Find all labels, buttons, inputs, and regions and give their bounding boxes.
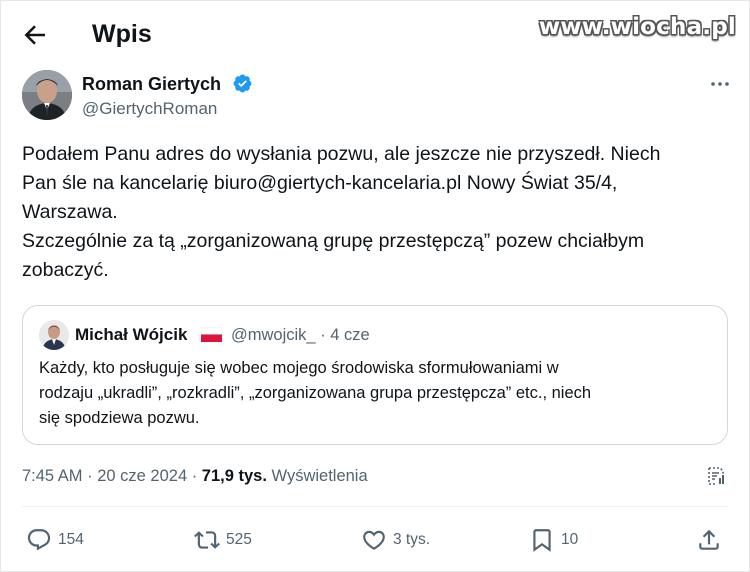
reply-button[interactable]: 154 [26, 522, 84, 558]
tweet-line: Pan śle na kancelarię biuro@giertych-kan… [22, 172, 618, 194]
reply-count: 154 [58, 531, 84, 548]
quote-line: Każdy, kto posługuje się wobec mojego śr… [39, 359, 559, 377]
heart-icon [363, 530, 385, 550]
quote-time[interactable]: 4 cze [330, 326, 369, 344]
share-icon [699, 529, 719, 550]
more-dots-icon [711, 82, 729, 86]
quote-line: rodzaju „ukradli”, „rozkradli”, „zorgani… [39, 384, 592, 402]
views-label: Wyświetlenia [266, 467, 368, 485]
header: Wpis [0, 0, 750, 68]
analytics-icon [708, 467, 724, 485]
repost-icon [194, 531, 220, 549]
like-count: 3 tys. [393, 531, 431, 548]
bookmark-icon [533, 529, 551, 552]
reply-icon [27, 529, 51, 551]
repost-button[interactable]: 525 [194, 522, 252, 558]
quoted-tweet[interactable]: Michał Wójcik @mwojcik_ · 4 cze Każdy, k… [22, 305, 728, 445]
quote-handle[interactable]: @mwojcik_ [231, 326, 316, 344]
verified-badge-icon [233, 74, 252, 93]
tweet-date[interactable]: 20 cze 2024 [97, 467, 187, 485]
action-bar: 154 525 3 tys. 10 [0, 522, 750, 558]
share-button[interactable] [696, 522, 728, 558]
avatar[interactable] [22, 70, 72, 120]
divider [22, 506, 728, 507]
quote-avatar[interactable] [39, 320, 69, 350]
analytics-button[interactable] [704, 464, 728, 488]
quote-meta: @mwojcik_ · 4 cze [231, 326, 370, 345]
tweet-line: Szczególnie za tą „zorganizowaną grupę p… [22, 230, 645, 252]
author-name[interactable]: Roman Giertych [82, 74, 221, 95]
tweet-time[interactable]: 7:45 AM [22, 467, 83, 485]
tweet-text: Podałem Panu adres do wysłania pozwu, al… [22, 140, 732, 285]
tweet-line: Podałem Panu adres do wysłania pozwu, al… [22, 143, 661, 165]
like-button[interactable]: 3 tys. [361, 522, 430, 558]
quote-avatar-image [39, 320, 69, 350]
meta-separator: · [82, 467, 98, 485]
author-block: Roman Giertych @GiertychRoman [22, 70, 732, 124]
back-button[interactable] [20, 20, 50, 50]
tweet-meta: 7:45 AM · 20 cze 2024 · 71,9 tys. Wyświe… [22, 467, 368, 486]
quote-author-name[interactable]: Michał Wójcik [75, 325, 187, 345]
author-handle[interactable]: @GiertychRoman [82, 99, 217, 119]
repost-count: 525 [226, 531, 252, 548]
views-count: 71,9 tys. [201, 467, 267, 485]
quote-line: się spodziewa pozwu. [39, 409, 200, 427]
arrow-left-icon [24, 25, 45, 45]
bookmark-button[interactable]: 10 [529, 522, 578, 558]
avatar-image [22, 70, 72, 120]
more-options-button[interactable] [708, 72, 732, 96]
quote-separator: · [320, 326, 326, 344]
tweet-line: Warszawa. [22, 201, 118, 223]
meta-separator: · [187, 467, 202, 485]
page-title: Wpis [92, 20, 152, 48]
bookmark-count: 10 [561, 531, 579, 548]
poland-flag-icon [201, 327, 222, 342]
quote-text: Każdy, kto posługuje się wobec mojego śr… [39, 356, 709, 431]
tweet-line: zobaczyć. [22, 259, 109, 281]
